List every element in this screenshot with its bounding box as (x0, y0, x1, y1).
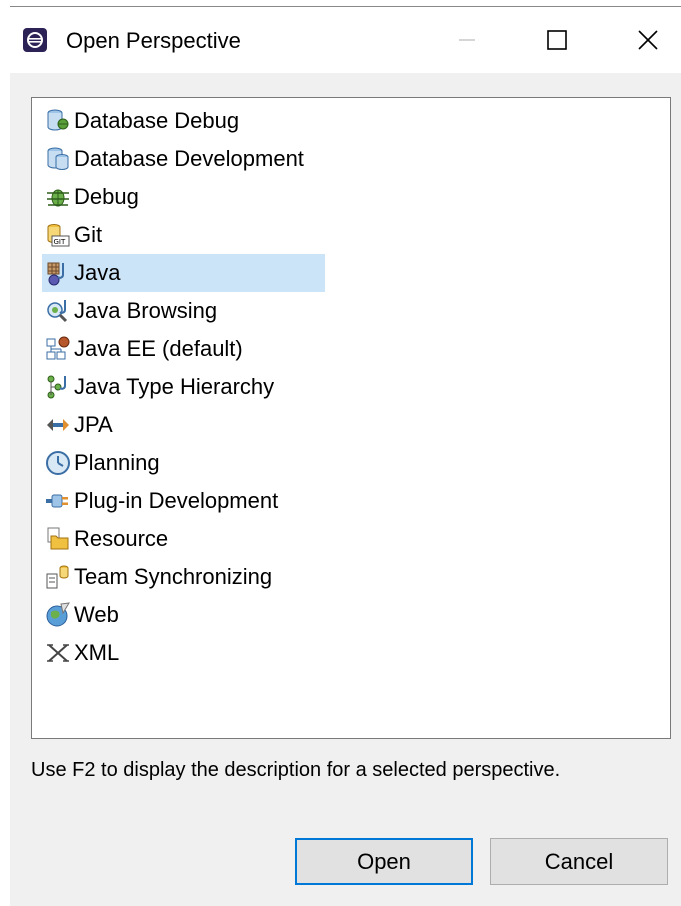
list-item-resource[interactable]: Resource (42, 520, 325, 558)
list-item-planning[interactable]: Planning (42, 444, 325, 482)
java-ee-icon (42, 330, 74, 368)
list-item-java-browsing[interactable]: Java Browsing (42, 292, 325, 330)
database-debug-icon (42, 102, 74, 140)
web-globe-icon (42, 596, 74, 634)
hierarchy-icon (42, 368, 74, 406)
list-item-web[interactable]: Web (42, 596, 325, 634)
list-item-database-development[interactable]: Database Development (42, 140, 325, 178)
title-bar: Open Perspective (10, 7, 681, 73)
list-item-java-ee[interactable]: Java EE (default) (42, 330, 325, 368)
perspective-list[interactable]: Database Debug Database Development Debu… (31, 97, 671, 739)
minimize-icon (459, 39, 475, 41)
list-item-debug[interactable]: Debug (42, 178, 325, 216)
jpa-icon (42, 406, 74, 444)
close-button[interactable] (616, 7, 680, 73)
close-icon (638, 30, 658, 50)
database-icon (42, 140, 74, 178)
list-item-jpa[interactable]: JPA (42, 406, 325, 444)
list-item-database-debug[interactable]: Database Debug (42, 102, 325, 140)
maximize-button[interactable] (525, 7, 589, 73)
bug-icon (42, 178, 74, 216)
java-browsing-icon (42, 292, 74, 330)
f2-hint-text: Use F2 to display the description for a … (31, 759, 561, 781)
svg-text:GIT: GIT (54, 238, 66, 246)
list-item-java[interactable]: Java (42, 254, 325, 292)
planning-icon (42, 444, 74, 482)
list-item-java-type-hierarchy[interactable]: Java Type Hierarchy (42, 368, 325, 406)
eclipse-app-icon (23, 28, 47, 52)
xml-icon (42, 634, 74, 672)
cancel-button[interactable]: Cancel (490, 838, 668, 885)
resource-folder-icon (42, 520, 74, 558)
window-title: Open Perspective (66, 28, 241, 53)
maximize-icon (547, 30, 567, 50)
plugin-icon (42, 482, 74, 520)
open-button[interactable]: Open (295, 838, 473, 885)
list-item-plug-in-development[interactable]: Plug-in Development (42, 482, 325, 520)
java-icon (42, 254, 74, 292)
list-item-git[interactable]: GIT Git (42, 216, 325, 254)
open-perspective-dialog: Open Perspective Database Debug Database… (10, 6, 681, 906)
team-sync-icon (42, 558, 74, 596)
list-item-xml[interactable]: XML (42, 634, 325, 672)
list-item-team-synchronizing[interactable]: Team Synchronizing (42, 558, 325, 596)
minimize-button[interactable] (435, 7, 499, 73)
git-icon: GIT (42, 216, 74, 254)
